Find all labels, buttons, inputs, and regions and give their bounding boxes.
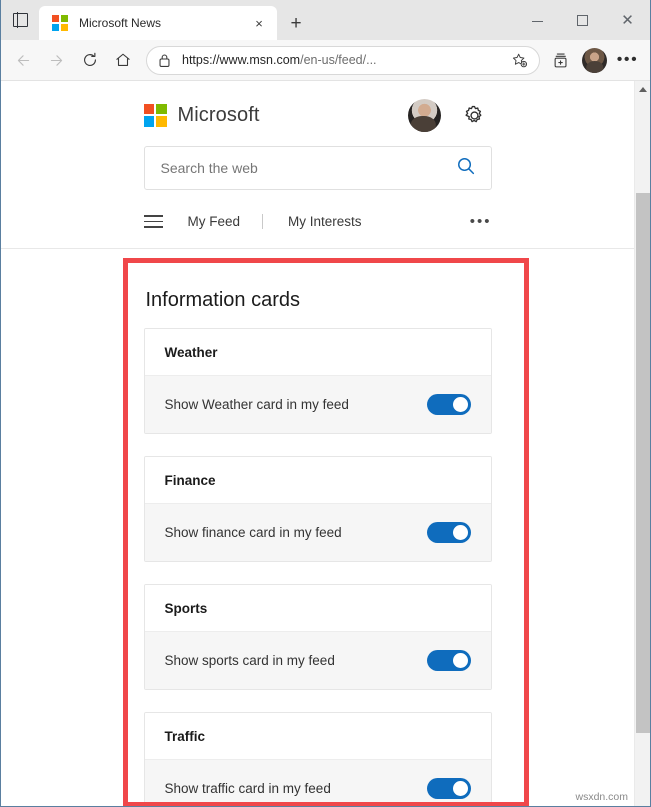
new-tab-button[interactable]: + bbox=[279, 6, 313, 40]
profile-button[interactable] bbox=[578, 44, 611, 77]
settings-button[interactable] bbox=[458, 98, 492, 132]
forward-button[interactable] bbox=[40, 44, 73, 77]
refresh-icon bbox=[83, 52, 96, 66]
back-button[interactable] bbox=[7, 44, 40, 77]
toggle-sports[interactable] bbox=[426, 650, 471, 671]
lock-icon bbox=[158, 53, 171, 68]
toggle-weather[interactable] bbox=[426, 394, 471, 415]
window-controls: ✕ bbox=[515, 0, 650, 40]
close-icon[interactable]: × bbox=[247, 11, 271, 35]
browser-settings-more-button[interactable]: ••• bbox=[611, 44, 644, 77]
nav-more-button[interactable]: ••• bbox=[470, 214, 492, 229]
maximize-icon bbox=[577, 14, 588, 26]
minimize-button[interactable] bbox=[515, 0, 560, 40]
watermark: wsxdn.com bbox=[575, 791, 628, 803]
star-plus-icon bbox=[512, 53, 527, 67]
maximize-button[interactable] bbox=[560, 0, 605, 40]
nav-item-my-feed[interactable]: My Feed bbox=[188, 214, 241, 229]
card-finance: Finance Show finance card in my feed bbox=[143, 456, 492, 562]
microsoft-logo-icon bbox=[143, 103, 167, 127]
url-path: /en-us/feed/... bbox=[300, 53, 377, 67]
msn-nav: My Feed My Interests ••• bbox=[143, 201, 492, 242]
close-window-button[interactable]: ✕ bbox=[605, 0, 650, 40]
tab-title: Microsoft News bbox=[79, 16, 162, 30]
brand-row: Microsoft bbox=[143, 98, 492, 132]
add-favorite-button[interactable] bbox=[507, 48, 531, 72]
search-input[interactable]: Search the web bbox=[143, 146, 492, 190]
msn-header: Microsoft Search the web My Feed My Inte… bbox=[1, 81, 634, 249]
card-label: Show traffic card in my feed bbox=[164, 781, 331, 796]
refresh-button[interactable] bbox=[73, 44, 106, 77]
url-text: https://www.msn.com/en-us/feed/... bbox=[182, 53, 507, 67]
title-bar: Microsoft News × + ✕ bbox=[1, 0, 650, 40]
card-title: Finance bbox=[144, 457, 491, 504]
nav-separator bbox=[262, 214, 264, 229]
close-icon: ✕ bbox=[621, 11, 634, 29]
settings-content: Information cards Weather Show Weather c… bbox=[1, 249, 634, 806]
browser-toolbar: https://www.msn.com/en-us/feed/... ••• bbox=[1, 40, 650, 81]
card-weather: Weather Show Weather card in my feed bbox=[143, 328, 492, 434]
card-row: Show Weather card in my feed bbox=[144, 376, 491, 433]
nav-item-my-interests[interactable]: My Interests bbox=[288, 214, 362, 229]
page-scrollbar[interactable] bbox=[634, 81, 650, 806]
toggle-knob bbox=[452, 525, 468, 540]
card-title: Weather bbox=[144, 329, 491, 376]
card-sports: Sports Show sports card in my feed bbox=[143, 584, 492, 690]
home-icon bbox=[115, 53, 130, 66]
back-arrow-icon bbox=[17, 54, 30, 66]
search-icon[interactable] bbox=[455, 155, 477, 182]
page-title: Information cards bbox=[145, 289, 301, 311]
toggle-knob bbox=[452, 653, 468, 668]
card-row: Show traffic card in my feed bbox=[144, 760, 491, 806]
card-label: Show sports card in my feed bbox=[164, 653, 335, 668]
msn-page: Microsoft Search the web My Feed My Inte… bbox=[1, 81, 634, 806]
minimize-icon bbox=[532, 20, 543, 22]
card-title: Sports bbox=[144, 585, 491, 632]
brand-name: Microsoft bbox=[177, 103, 260, 126]
home-button[interactable] bbox=[106, 44, 139, 77]
url-domain: https://www.msn.com bbox=[182, 53, 301, 67]
card-row: Show sports card in my feed bbox=[144, 632, 491, 689]
tab-actions-icon bbox=[12, 12, 28, 28]
address-bar[interactable]: https://www.msn.com/en-us/feed/... bbox=[146, 45, 540, 75]
browser-window: Microsoft News × + ✕ https://www.msn.com… bbox=[0, 0, 651, 807]
toggle-knob bbox=[452, 397, 468, 412]
card-label: Show finance card in my feed bbox=[164, 525, 342, 540]
tab-actions-button[interactable] bbox=[1, 0, 39, 40]
forward-arrow-icon bbox=[50, 54, 63, 66]
page-viewport: Microsoft Search the web My Feed My Inte… bbox=[1, 81, 650, 806]
account-avatar[interactable] bbox=[407, 98, 441, 132]
browser-tab[interactable]: Microsoft News × bbox=[39, 6, 277, 40]
scrollbar-thumb[interactable] bbox=[636, 193, 650, 733]
collections-icon bbox=[554, 52, 567, 67]
toggle-knob bbox=[452, 781, 468, 796]
card-row: Show finance card in my feed bbox=[144, 504, 491, 561]
search-placeholder: Search the web bbox=[160, 160, 258, 176]
toggle-finance[interactable] bbox=[426, 522, 471, 543]
card-traffic: Traffic Show traffic card in my feed bbox=[143, 712, 492, 806]
toggle-traffic[interactable] bbox=[426, 778, 471, 799]
gear-icon bbox=[465, 105, 482, 122]
microsoft-logo-icon bbox=[52, 15, 68, 31]
avatar bbox=[582, 47, 607, 73]
collections-button[interactable] bbox=[545, 44, 578, 77]
menu-icon[interactable] bbox=[143, 211, 163, 232]
scroll-up-icon[interactable] bbox=[635, 81, 650, 98]
card-title: Traffic bbox=[144, 713, 491, 760]
card-label: Show Weather card in my feed bbox=[164, 397, 349, 412]
